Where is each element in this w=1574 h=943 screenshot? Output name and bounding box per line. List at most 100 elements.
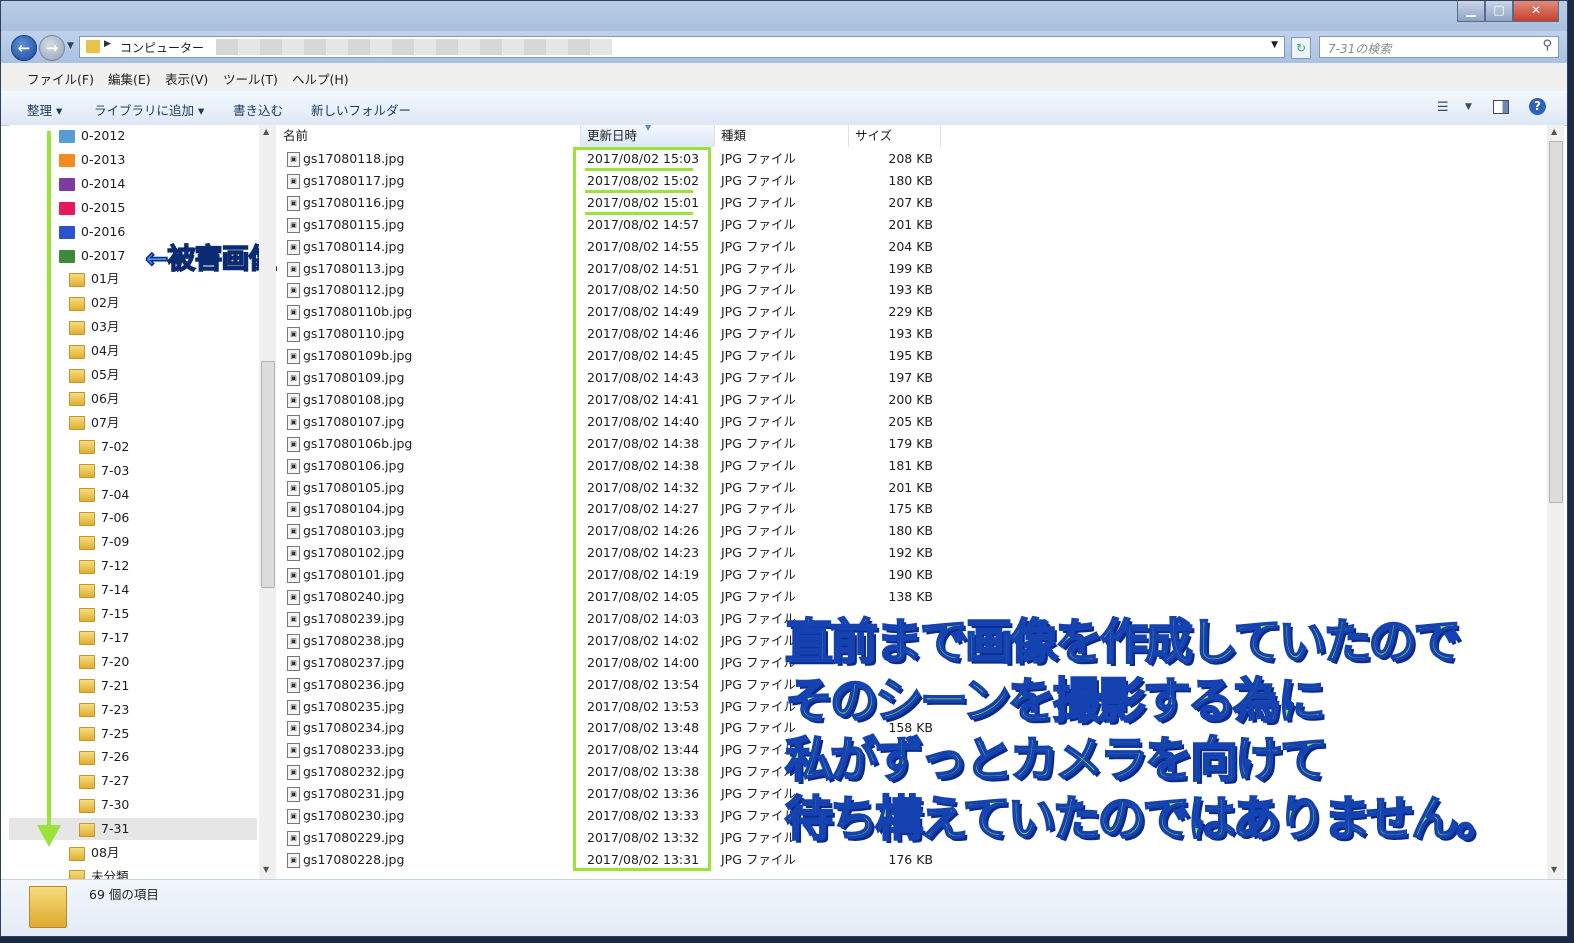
caption-line: 待ち構えていたのではありません。: [784, 790, 1505, 848]
organize-button[interactable]: 整理 ▾: [27, 100, 62, 119]
tree-item[interactable]: 03月: [69, 316, 119, 338]
address-bar[interactable]: ▶ コンピューター ▼: [79, 36, 1285, 58]
tree-item[interactable]: 7-17: [79, 627, 129, 649]
image-file-icon: ▣: [287, 852, 300, 868]
image-folder-icon: [59, 177, 75, 191]
date-underline: [585, 168, 693, 171]
view-dropdown-icon[interactable]: ▼: [1465, 102, 1472, 112]
menu-edit[interactable]: 編集(E): [108, 69, 151, 88]
tree-item[interactable]: 7-21: [79, 675, 129, 697]
tree-item[interactable]: 0-2017: [59, 245, 125, 267]
add-to-library-button[interactable]: ライブラリに追加 ▾: [94, 100, 204, 119]
tree-item[interactable]: 7-09: [79, 531, 129, 553]
folder-icon: [86, 40, 100, 53]
file-name: gs17080105.jpg: [303, 479, 405, 495]
minimize-button[interactable]: ▁: [1457, 1, 1485, 22]
file-name: gs17080109.jpg: [303, 370, 405, 385]
back-button[interactable]: ←: [11, 35, 37, 61]
file-name: gs17080103.jpg: [303, 523, 405, 539]
new-folder-button[interactable]: 新しいフォルダー: [311, 100, 411, 119]
refresh-button[interactable]: ↻: [1291, 37, 1311, 59]
caption-overlay: 直前まで画像を作成していたので そのシーンを撮影する為に 私がずっとカメラを向け…: [784, 613, 1505, 849]
tree-item[interactable]: 0-2014: [59, 173, 125, 195]
file-type: JPG ファイル: [721, 501, 796, 517]
folder-icon: [79, 488, 95, 502]
address-dropdown-icon[interactable]: ▼: [1271, 40, 1278, 50]
column-header-type[interactable]: 種類: [715, 125, 849, 147]
image-file-icon: ▣: [287, 524, 300, 540]
maximize-button[interactable]: □: [1485, 1, 1513, 22]
folder-icon: [79, 464, 95, 479]
folder-icon: [79, 703, 95, 718]
tree-item[interactable]: 7-27: [79, 770, 129, 792]
scroll-up-icon[interactable]: ▲: [263, 127, 269, 136]
menu-help[interactable]: ヘルプ(H): [292, 69, 349, 88]
burn-button[interactable]: 書き込む: [233, 100, 283, 119]
tree-item[interactable]: 7-26: [79, 746, 129, 768]
tree-item[interactable]: 06月: [69, 388, 119, 410]
tree-item[interactable]: 7-15: [79, 603, 129, 625]
tree-item[interactable]: 7-04: [79, 484, 129, 506]
tree-item[interactable]: 08月: [69, 842, 119, 864]
title-bar: ▁ □ ✕: [1, 1, 1567, 31]
file-list-scroll-thumb[interactable]: [1549, 141, 1563, 503]
tree-scrollbar[interactable]: ▲ ▼: [259, 125, 276, 879]
close-button[interactable]: ✕: [1513, 1, 1559, 22]
tree-item[interactable]: 05月: [69, 364, 119, 386]
tree-item[interactable]: 04月: [69, 340, 119, 362]
tree-item[interactable]: 7-03: [79, 460, 129, 482]
file-type: JPG ファイル: [721, 413, 796, 429]
tree-item[interactable]: 01月: [69, 268, 119, 290]
scroll-up-icon[interactable]: ▲: [1551, 127, 1557, 136]
file-size: 197 KB: [888, 370, 933, 385]
tree-item[interactable]: 7-25: [79, 723, 129, 745]
help-icon[interactable]: ?: [1529, 98, 1546, 115]
tree-item-label: 7-21: [101, 677, 130, 693]
tree-item[interactable]: 7-02: [79, 436, 129, 458]
tree-item[interactable]: 未分類: [69, 866, 129, 879]
file-name: gs17080115.jpg: [303, 216, 405, 232]
file-name: gs17080239.jpg: [303, 610, 405, 626]
tree-item[interactable]: 7-30: [79, 794, 129, 816]
tree-item[interactable]: 02月: [69, 292, 119, 314]
column-header-size[interactable]: サイズ: [849, 125, 941, 147]
tree-item[interactable]: 0-2013: [59, 149, 125, 171]
tree-item[interactable]: 7-06: [79, 507, 129, 529]
file-size: 205 KB: [888, 413, 933, 429]
search-input[interactable]: 7-31の検索 ⚲: [1319, 36, 1559, 58]
tree-item[interactable]: 07月: [69, 412, 119, 434]
preview-pane-icon[interactable]: [1493, 100, 1509, 114]
menu-view[interactable]: 表示(V): [165, 69, 208, 88]
file-size: 176 KB: [888, 851, 933, 867]
file-type: JPG ファイル: [721, 151, 796, 166]
scroll-down-icon[interactable]: ▼: [1551, 865, 1557, 874]
tree-item[interactable]: 7-12: [79, 555, 129, 577]
menu-file[interactable]: ファイル(F): [27, 69, 94, 88]
tree-item[interactable]: 7-23: [79, 699, 129, 721]
tree-item-label: 7-26: [101, 749, 130, 765]
scroll-down-icon[interactable]: ▼: [263, 865, 269, 874]
tree-item[interactable]: 0-2015: [59, 197, 125, 219]
recent-pages-dropdown[interactable]: ▼: [67, 41, 74, 51]
tree-item[interactable]: 0-2016: [59, 221, 125, 243]
image-file-icon: ▣: [287, 743, 300, 759]
image-file-icon: ▣: [287, 152, 300, 167]
view-options-icon[interactable]: ☰: [1437, 100, 1449, 115]
forward-button[interactable]: →: [39, 35, 65, 61]
folder-icon: [79, 440, 95, 455]
tree-item[interactable]: 0-2012: [59, 125, 125, 147]
date-underline: [585, 212, 693, 215]
breadcrumb-arrow-icon[interactable]: ▶: [104, 39, 111, 49]
image-folder-icon: [59, 130, 75, 143]
menu-tools[interactable]: ツール(T): [223, 69, 278, 88]
tree-item[interactable]: 7-20: [79, 651, 129, 673]
file-list-scrollbar[interactable]: ▲ ▼: [1547, 125, 1564, 879]
search-icon[interactable]: ⚲: [1542, 38, 1552, 53]
tree-item[interactable]: 7-14: [79, 579, 129, 601]
column-header-name[interactable]: 名前: [277, 125, 581, 147]
tree-scroll-thumb[interactable]: [261, 361, 275, 588]
file-name: gs17080116.jpg: [303, 194, 405, 210]
file-name: gs17080235.jpg: [303, 698, 405, 714]
breadcrumb-computer[interactable]: コンピューター: [120, 39, 204, 56]
file-name: gs17080236.jpg: [303, 676, 405, 692]
